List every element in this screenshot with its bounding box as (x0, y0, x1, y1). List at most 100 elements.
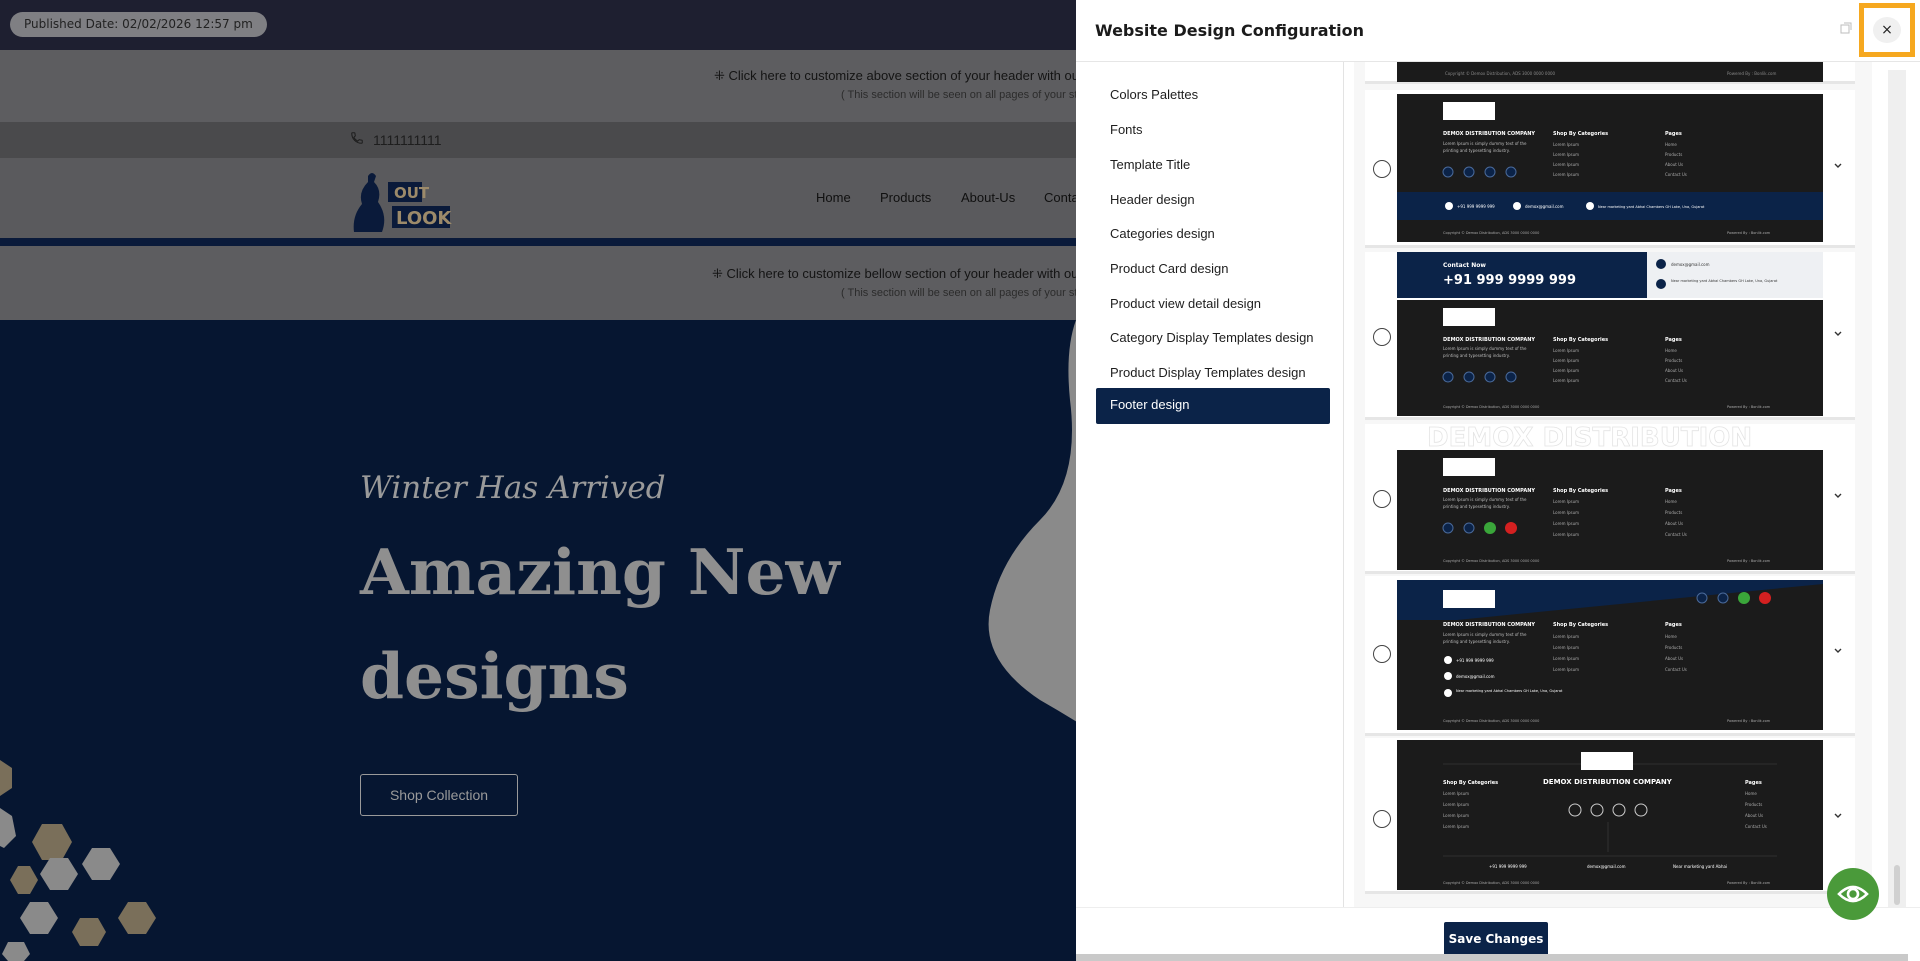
footer-preview-shop-by: Shop By Categories (1553, 622, 1608, 628)
footer-preview-shop-by: Shop By Categories (1553, 488, 1608, 494)
footer-preview-address: Near marketing yard Abhai Chambers GH La… (1598, 205, 1705, 209)
footer-preview-page-link: Products (1665, 645, 1682, 650)
bellow-section-banner[interactable]: ⁜ Click here to customize bellow section… (0, 246, 1076, 320)
menu-header-design[interactable]: Header design (1096, 183, 1330, 219)
footer-preview-shop-by: Shop By Categories (1443, 780, 1498, 786)
scrollbar-thumb[interactable] (1894, 865, 1900, 905)
footer-option-4[interactable]: DEMOX DISTRIBUTION COMPANY Lorem Ipsum i… (1365, 576, 1855, 736)
footer-option-1-radio[interactable] (1373, 160, 1391, 178)
published-date-badge: Published Date: 02/02/2026 12:57 pm (10, 12, 267, 37)
footer-preview-copyright: Copyright © Demox Distribution, ADS 3000… (1443, 405, 1539, 409)
nav-about-us[interactable]: About-Us (961, 190, 1015, 205)
footer-preview-copyright: Copyright © Demox Distribution, ADS 3000… (1443, 881, 1539, 885)
nav-products[interactable]: Products (880, 190, 931, 205)
footer-preview-powered: Powered By : Bonlik.com (1727, 559, 1771, 563)
footer-preview-email: demox@gmail.com (1456, 674, 1495, 679)
chevron-down-icon[interactable] (1833, 160, 1847, 174)
chevron-down-icon[interactable] (1833, 490, 1847, 504)
menu-template-title[interactable]: Template Title (1096, 148, 1330, 184)
footer-preview-pages: Pages (1745, 780, 1762, 786)
menu-colors-palettes[interactable]: Colors Palettes (1096, 78, 1330, 114)
menu-categories-design[interactable]: Categories design (1096, 217, 1330, 253)
footer-preview-company: DEMOX DISTRIBUTION COMPANY (1443, 131, 1535, 137)
footer-preview-address: Near marketing yard Abhai Chambers GH La… (1456, 689, 1563, 693)
footer-preview-page-link: About Us (1665, 521, 1683, 526)
menu-product-card-design[interactable]: Product Card design (1096, 252, 1330, 288)
footer-option-5-radio[interactable] (1373, 810, 1391, 828)
menu-category-display-templates[interactable]: Category Display Templates design (1096, 321, 1330, 357)
shop-collection-button[interactable]: Shop Collection (360, 774, 518, 816)
footer-preview-category: Lorem Ipsum (1553, 532, 1579, 537)
footer-preview-phone: +91 999 9999 999 (1456, 658, 1494, 663)
footer-preview-shop-by: Shop By Categories (1553, 131, 1608, 137)
footer-option-partial[interactable]: Copyright © Demox Distribution, ADS 3000… (1365, 62, 1855, 84)
footer-preview-lorem: Lorem Ipsum is simply dummy text of the (1443, 497, 1527, 502)
modal-title: Website Design Configuration (1095, 21, 1365, 40)
phone-icon (350, 131, 366, 147)
above-section-banner[interactable]: ⁜ Click here to customize above section … (0, 50, 1076, 122)
footer-preview-category: Lorem Ipsum (1553, 368, 1579, 373)
footer-preview-category: Lorem Ipsum (1553, 162, 1579, 167)
footer-preview-category: Lorem Ipsum (1553, 378, 1579, 383)
footer-preview-category: Lorem Ipsum (1553, 172, 1579, 177)
footer-preview-partial: Copyright © Demox Distribution, ADS 3000… (1397, 62, 1823, 82)
footer-preview-page-link: Home (1665, 499, 1677, 504)
footer-option-3-radio[interactable] (1373, 490, 1391, 508)
chevron-down-icon[interactable] (1833, 810, 1847, 824)
hero-heading: Amazing New designs (360, 535, 840, 713)
nav-home[interactable]: Home (816, 190, 851, 205)
menu-product-display-templates[interactable]: Product Display Templates design (1096, 356, 1330, 392)
footer-option-2-radio[interactable] (1373, 328, 1391, 346)
svg-text:LOOK: LOOK (396, 208, 452, 229)
footer-preview-watermark: DEMOX DISTRIBUTION (1427, 424, 1752, 453)
footer-preview-lorem: Lorem Ipsum is simply dummy text of the (1443, 346, 1527, 351)
menu-fonts[interactable]: Fonts (1096, 113, 1330, 149)
footer-preview-company: DEMOX DISTRIBUTION COMPANY (1443, 337, 1535, 343)
close-icon[interactable]: × (1873, 17, 1901, 43)
footer-preview-powered: Powered By : Bonlik.com (1727, 71, 1776, 76)
footer-preview-category: Lorem Ipsum (1553, 521, 1579, 526)
store-logo[interactable]: OUT LOOK (352, 168, 456, 234)
menu-product-view-detail-design[interactable]: Product view detail design (1096, 287, 1330, 323)
footer-preview-category: Lorem Ipsum (1553, 510, 1579, 515)
footer-option-2[interactable]: Contact Now +91 999 9999 999 demox@gmail… (1365, 252, 1855, 420)
footer-preview-category: Lorem Ipsum (1553, 645, 1579, 650)
store-preview-background: Published Date: 02/02/2026 12:57 pm ⁜ Cl… (0, 0, 1076, 961)
footer-preview-page-link: About Us (1745, 813, 1763, 818)
config-menu: Colors Palettes Fonts Template Title Hea… (1076, 62, 1344, 907)
close-button-highlight[interactable]: × (1859, 3, 1915, 57)
horizontal-scrollbar[interactable] (1076, 954, 1908, 961)
footer-preview-1: DEMOX DISTRIBUTION COMPANY Lorem Ipsum i… (1397, 94, 1823, 242)
footer-preview-lorem2: printing and typesetting industry. (1443, 353, 1510, 358)
eye-icon[interactable] (1827, 868, 1879, 920)
save-changes-button[interactable]: Save Changes (1444, 922, 1548, 956)
footer-preview-category: Lorem Ipsum (1553, 656, 1579, 661)
footer-preview-category: Lorem Ipsum (1443, 791, 1469, 796)
footer-option-4-radio[interactable] (1373, 645, 1391, 663)
hero-shape (988, 320, 1076, 722)
chevron-down-icon[interactable] (1833, 328, 1847, 342)
footer-preview-category: Lorem Ipsum (1553, 499, 1579, 504)
page: Published Date: 02/02/2026 12:57 pm ⁜ Cl… (0, 0, 1920, 961)
chevron-down-icon[interactable] (1833, 645, 1847, 659)
list-scrollbar[interactable] (1888, 70, 1906, 910)
footer-preview-copyright: Copyright © Demox Distribution, ADS 3000… (1443, 231, 1539, 235)
footer-preview-category: Lorem Ipsum (1553, 358, 1579, 363)
footer-option-1[interactable]: DEMOX DISTRIBUTION COMPANY Lorem Ipsum i… (1365, 90, 1855, 248)
footer-option-3[interactable]: DEMOX DISTRIBUTION DEMOX DISTRIBUTION CO… (1365, 424, 1855, 574)
footer-preview-lorem2: printing and typesetting industry. (1443, 504, 1510, 509)
footer-preview-page-link: Home (1665, 142, 1677, 147)
menu-footer-design[interactable]: Footer design (1096, 388, 1330, 424)
footer-preview-address: Near marketing yard Abhai (1673, 864, 1727, 869)
modal-footer: Save Changes (1076, 907, 1920, 961)
footer-preview-powered: Powered By : Bonlik.com (1727, 881, 1771, 885)
footer-option-5[interactable]: DEMOX DISTRIBUTION COMPANY Shop By Categ… (1365, 738, 1855, 894)
footer-preview-page-link: Contact Us (1665, 667, 1687, 672)
footer-preview-shop-by: Shop By Categories (1553, 337, 1608, 343)
nav-contact[interactable]: Conta (1044, 190, 1076, 205)
footer-preview-email: demox@gmail.com (1587, 864, 1626, 869)
footer-preview-company: DEMOX DISTRIBUTION COMPANY (1443, 622, 1535, 628)
restore-icon[interactable] (1840, 22, 1854, 36)
top-bar: Published Date: 02/02/2026 12:57 pm (0, 0, 1076, 50)
footer-preview-pages: Pages (1665, 488, 1682, 494)
